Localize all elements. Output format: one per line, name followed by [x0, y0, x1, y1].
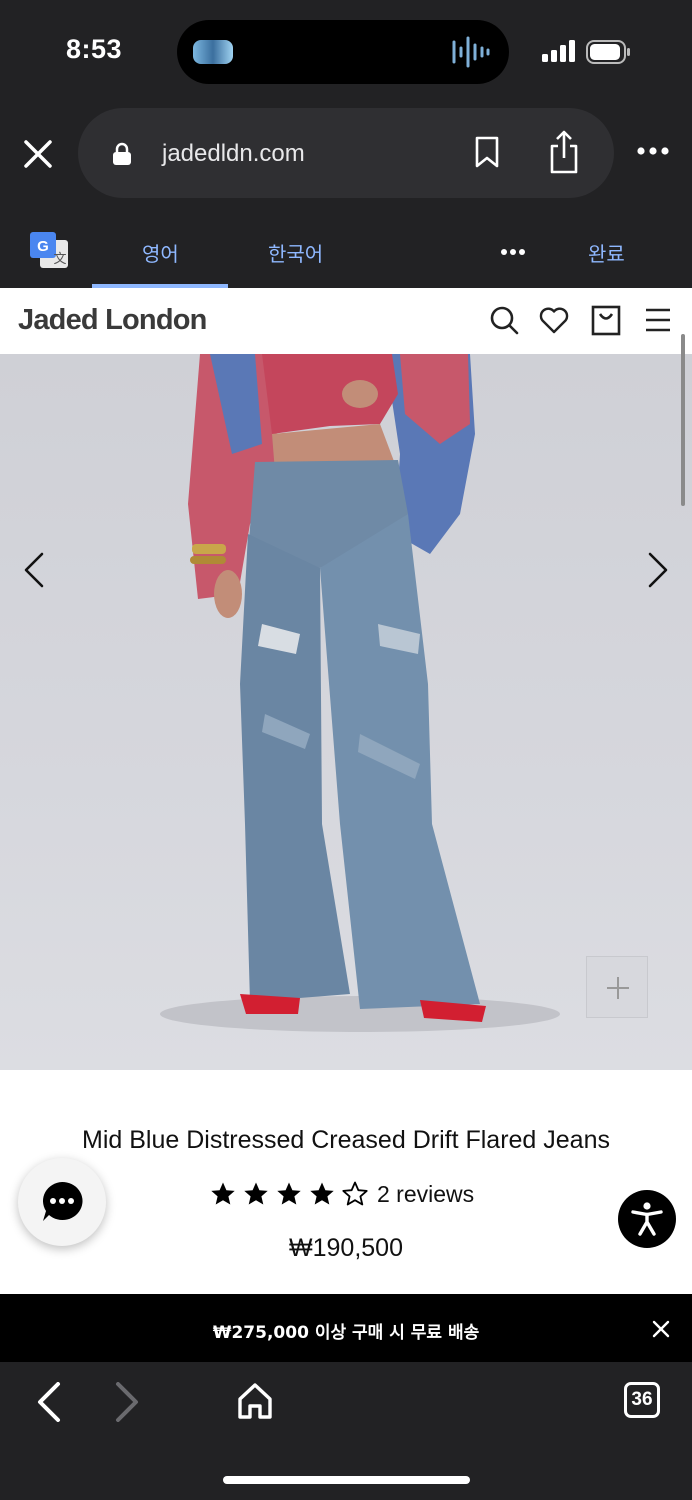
chat-icon [42, 1181, 83, 1221]
browser-address-row: jadedldn.com [0, 100, 692, 210]
rating-stars [210, 1181, 375, 1207]
google-translate-icon[interactable]: G 文 [30, 232, 70, 272]
menu-icon[interactable] [644, 304, 676, 336]
more-icon[interactable] [500, 248, 526, 256]
product-rating[interactable]: 2 reviews [210, 1180, 474, 1208]
home-indicator [223, 1476, 470, 1484]
battery-icon [586, 40, 630, 64]
audio-wave-icon [452, 36, 490, 68]
bookmark-icon[interactable] [474, 136, 500, 168]
promo-text: ₩275,000 이상 구매 시 무료 배송 [212, 1323, 480, 1343]
chat-button[interactable] [18, 1158, 106, 1246]
page-scrollbar[interactable] [681, 334, 685, 506]
translate-done-button[interactable]: 완료 [588, 238, 625, 267]
star-filled-icon [277, 1182, 301, 1205]
now-playing-thumbnail [193, 40, 233, 64]
search-icon[interactable] [488, 304, 520, 336]
tabs-count-button[interactable]: 36 [624, 1382, 660, 1418]
product-info: Mid Blue Distressed Creased Drift Flared… [0, 1070, 692, 1294]
next-image-arrow[interactable] [646, 550, 670, 590]
star-filled-icon [244, 1182, 268, 1205]
status-time: 8:53 [66, 34, 123, 64]
lock-icon [113, 142, 131, 165]
shopping-bag-icon[interactable] [590, 304, 622, 336]
status-bar: 8:53 [0, 0, 692, 100]
back-icon[interactable] [36, 1382, 64, 1422]
previous-image-arrow[interactable] [22, 550, 46, 590]
home-icon[interactable] [236, 1382, 274, 1420]
translate-bar: G 文 영어 한국어 완료 [0, 210, 692, 288]
site-logo[interactable]: Jaded London [18, 304, 207, 337]
plus-icon [607, 977, 629, 999]
share-icon[interactable] [548, 130, 580, 174]
source-language-tab[interactable]: 영어 [142, 238, 179, 267]
accessibility-button[interactable] [618, 1190, 676, 1248]
accessibility-icon [631, 1202, 663, 1236]
url-text[interactable]: jadedldn.com [162, 140, 305, 168]
forward-icon[interactable] [112, 1382, 140, 1422]
address-bar[interactable]: jadedldn.com [78, 108, 614, 198]
star-filled-icon [211, 1182, 235, 1205]
browser-toolbar: 36 [0, 1362, 692, 1500]
site-header: Jaded London [0, 288, 692, 354]
more-icon[interactable] [636, 146, 670, 156]
close-icon[interactable] [22, 138, 54, 170]
star-filled-icon [310, 1182, 334, 1205]
target-language-tab[interactable]: 한국어 [268, 238, 323, 267]
svg-text:G: G [37, 238, 49, 255]
free-shipping-banner: ₩275,000 이상 구매 시 무료 배송 [0, 1294, 692, 1362]
close-icon[interactable] [652, 1320, 670, 1338]
zoom-button[interactable] [586, 956, 648, 1018]
heart-icon[interactable] [538, 304, 570, 336]
product-title: Mid Blue Distressed Creased Drift Flared… [82, 1126, 610, 1154]
reviews-link[interactable]: 2 reviews [377, 1181, 474, 1208]
product-price: ₩190,500 [289, 1234, 403, 1262]
product-image-carousel[interactable] [0, 354, 692, 1070]
star-empty-icon [342, 1181, 368, 1206]
dynamic-island [177, 20, 509, 84]
svg-text:文: 文 [53, 252, 66, 267]
cellular-signal-icon [542, 40, 575, 62]
